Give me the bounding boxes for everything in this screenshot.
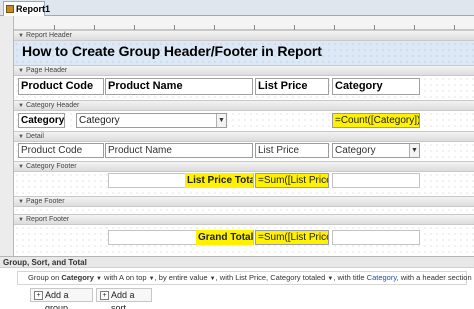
group-sort-total-header: Group, Sort, and Total: [0, 256, 474, 268]
chevron-down-icon[interactable]: ▼: [409, 144, 419, 157]
page-header-category[interactable]: Category: [332, 78, 420, 95]
section-expand-icon: ▼: [18, 217, 24, 223]
section-expand-icon: ▼: [18, 68, 24, 74]
group-sort-total-pane: Group on Category ▼ with A on top ▼, by …: [0, 268, 474, 309]
category-footer-empty-box[interactable]: [332, 173, 420, 188]
horizontal-ruler: [14, 16, 474, 30]
detail-label: Detail: [26, 133, 44, 140]
page-header-label: Page Header: [26, 67, 68, 74]
group-header-option[interactable]: with a header section: [401, 273, 472, 282]
detail-category-value: Category: [335, 145, 376, 156]
group-field[interactable]: Category: [61, 273, 94, 282]
detail-product-code-textbox[interactable]: Product Code: [18, 143, 104, 158]
list-price-total-label[interactable]: List Price Total:: [185, 173, 253, 188]
page-header-product-code[interactable]: Product Code: [18, 78, 104, 95]
category-header-label: Category Header: [26, 102, 80, 109]
group-title-value[interactable]: Category: [367, 273, 397, 282]
document-tab-strip: Report1: [0, 0, 474, 16]
report-header-label: Report Header: [26, 32, 72, 39]
page-footer-band[interactable]: [14, 207, 474, 214]
detail-category-combo[interactable]: Category ▼: [332, 143, 420, 158]
list-price-total-textbox[interactable]: =Sum([List Price]: [255, 173, 329, 188]
add-group-button[interactable]: + Add a group: [30, 288, 93, 309]
grand-total-textbox[interactable]: =Sum([List Price]: [255, 230, 329, 245]
category-footer-bar[interactable]: ▼ Category Footer: [14, 161, 474, 172]
page-header-list-price[interactable]: List Price: [255, 78, 329, 95]
chevron-down-icon[interactable]: ▼: [216, 114, 226, 127]
group-order[interactable]: with A on top: [104, 273, 147, 282]
page-header-product-name[interactable]: Product Name: [105, 78, 253, 95]
add-group-icon: +: [34, 291, 43, 300]
group-title-prefix: with title: [337, 273, 365, 282]
add-sort-icon: +: [100, 291, 109, 300]
report-design-canvas[interactable]: ▼ Report Header How to Create Group Head…: [0, 16, 474, 256]
page-footer-bar[interactable]: ▼ Page Footer: [14, 196, 474, 207]
group-on-text: Group on: [28, 273, 60, 282]
group-rule[interactable]: Group on Category ▼ with A on top ▼, by …: [17, 271, 474, 285]
report-title[interactable]: How to Create Group Header/Footer in Rep…: [22, 43, 322, 59]
chevron-down-icon[interactable]: ▼: [327, 276, 333, 282]
section-expand-icon: ▼: [18, 199, 24, 205]
chevron-down-icon[interactable]: ▼: [210, 276, 216, 282]
group-totals[interactable]: with List Price, Category totaled: [220, 273, 325, 282]
category-header-label-control[interactable]: Category: [18, 113, 65, 128]
report-tab-label: Report1: [16, 4, 51, 14]
category-combo-box[interactable]: Category ▼: [76, 113, 227, 128]
vertical-ruler: [0, 16, 14, 256]
chevron-down-icon[interactable]: ▼: [149, 276, 155, 282]
section-expand-icon: ▼: [18, 33, 24, 39]
group-sort-total-title: Group, Sort, and Total: [3, 258, 87, 267]
report-tab[interactable]: Report1: [3, 1, 50, 16]
section-expand-icon: ▼: [18, 164, 24, 170]
report-header-bar[interactable]: ▼ Report Header: [14, 30, 474, 41]
report-footer-empty-box[interactable]: [332, 230, 420, 245]
category-footer-label: Category Footer: [26, 163, 77, 170]
category-count-textbox[interactable]: =Count([Category]): [332, 113, 420, 128]
category-combo-value: Category: [79, 115, 120, 126]
add-sort-label: Add a sort: [111, 290, 135, 309]
add-sort-button[interactable]: + Add a sort: [96, 288, 152, 309]
section-expand-icon: ▼: [18, 103, 24, 109]
category-header-bar[interactable]: ▼ Category Header: [14, 100, 474, 111]
report-footer-label: Report Footer: [26, 216, 70, 223]
page-header-bar[interactable]: ▼ Page Header: [14, 65, 474, 76]
group-by[interactable]: by entire value: [159, 273, 208, 282]
grand-total-label[interactable]: Grand Total:: [196, 230, 253, 245]
report-icon: [6, 5, 14, 13]
chevron-down-icon[interactable]: ▼: [96, 276, 102, 282]
page-footer-label: Page Footer: [26, 198, 65, 205]
detail-bar[interactable]: ▼ Detail: [14, 131, 474, 142]
report-footer-bar[interactable]: ▼ Report Footer: [14, 214, 474, 225]
detail-list-price-textbox[interactable]: List Price: [255, 143, 329, 158]
detail-product-name-textbox[interactable]: Product Name: [105, 143, 253, 158]
section-expand-icon: ▼: [18, 134, 24, 140]
add-group-label: Add a group: [45, 290, 69, 309]
